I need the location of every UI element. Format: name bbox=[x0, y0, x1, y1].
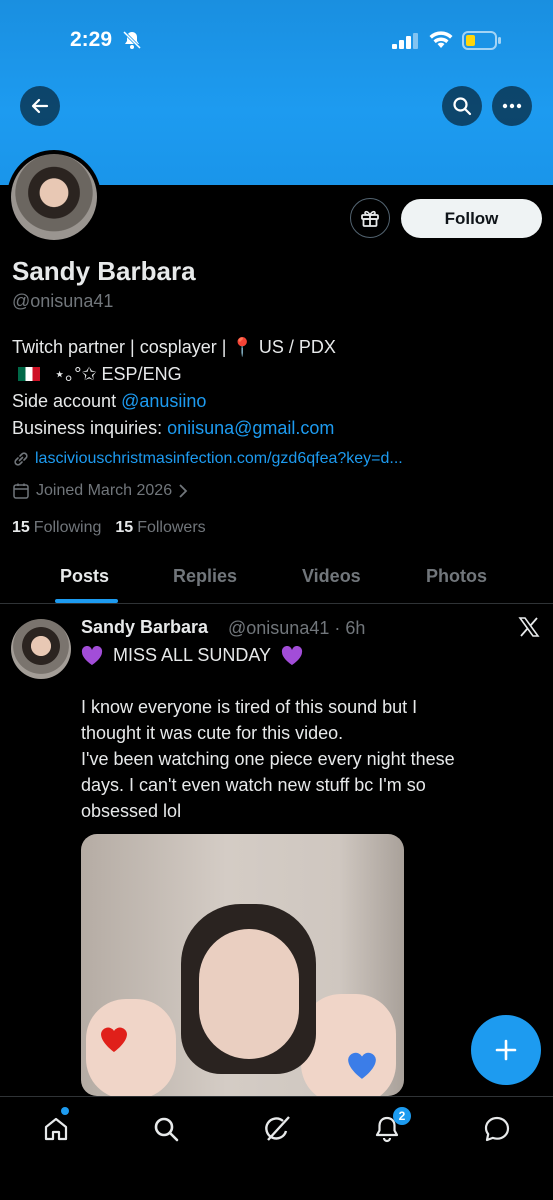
followers-count-link[interactable]: 15 Followers bbox=[115, 519, 205, 537]
home-notification-dot bbox=[61, 1107, 69, 1115]
gift-icon bbox=[361, 210, 379, 227]
purple-heart-icon bbox=[81, 645, 103, 665]
more-options-button[interactable] bbox=[492, 86, 532, 126]
mexico-flag-icon bbox=[18, 367, 40, 381]
nav-grok[interactable] bbox=[261, 1113, 293, 1145]
post-author-meta: @onisuna41 · 6h bbox=[228, 618, 366, 638]
red-heart-icon bbox=[101, 1027, 127, 1052]
website-link[interactable]: lasciviouschristmasinfection.com/gzd6qfe… bbox=[35, 450, 403, 468]
post-author-name[interactable]: Sandy Barbara bbox=[81, 617, 208, 638]
nav-home[interactable] bbox=[40, 1113, 72, 1145]
bio-line-4: Business inquiries: oniisuna@gmail.com bbox=[12, 418, 335, 438]
bell-off-icon bbox=[122, 30, 142, 50]
calendar-icon bbox=[13, 483, 29, 499]
following-count-link[interactable]: 15 Following bbox=[12, 519, 101, 537]
follow-button[interactable]: Follow bbox=[401, 199, 542, 238]
post-body: I know everyone is tired of this sound b… bbox=[81, 697, 455, 821]
search-button[interactable] bbox=[442, 86, 482, 126]
more-horizontal-icon bbox=[502, 103, 522, 109]
battery-low-icon bbox=[462, 31, 501, 50]
bio-line-1: Twitch partner | cosplayer | 📍 US / PDX bbox=[12, 337, 336, 357]
post-author-avatar[interactable] bbox=[11, 619, 71, 679]
post-title: MISS ALL SUNDAY bbox=[81, 645, 303, 666]
plus-icon bbox=[495, 1039, 517, 1061]
search-icon bbox=[453, 97, 472, 116]
blue-heart-icon bbox=[348, 1052, 376, 1079]
follow-counts: 15 Following 15 Followers bbox=[12, 519, 206, 537]
profile-handle: @onisuna41 bbox=[12, 291, 114, 311]
post-video-thumbnail[interactable] bbox=[81, 834, 404, 1096]
side-account-link[interactable]: @anusiino bbox=[121, 391, 206, 411]
active-tab-indicator bbox=[55, 599, 118, 603]
compose-post-button[interactable] bbox=[471, 1015, 541, 1085]
bio-line-2: ⋆｡°✩ ESP/ENG bbox=[12, 361, 336, 388]
notifications-badge: 2 bbox=[393, 1107, 411, 1125]
wifi-icon bbox=[429, 31, 453, 48]
profile-website[interactable]: lasciviouschristmasinfection.com/gzd6qfe… bbox=[12, 450, 403, 468]
email-link[interactable]: oniisuna@gmail.com bbox=[167, 418, 334, 438]
home-icon bbox=[44, 1117, 68, 1141]
purple-heart-icon bbox=[281, 645, 303, 665]
tab-videos[interactable]: Videos bbox=[302, 566, 361, 587]
gift-button[interactable] bbox=[350, 198, 390, 238]
profile-bio: Twitch partner | cosplayer | 📍 US / PDX … bbox=[12, 334, 336, 442]
nav-search[interactable] bbox=[150, 1113, 182, 1145]
grok-icon bbox=[265, 1116, 290, 1141]
joined-date: Joined March 2026 bbox=[36, 482, 173, 499]
search-icon bbox=[154, 1117, 179, 1142]
bottom-navigation: 2 bbox=[0, 1096, 553, 1200]
profile-tabs: Posts Replies Videos Photos bbox=[0, 552, 553, 604]
status-time: 2:29 bbox=[70, 28, 113, 51]
back-button[interactable] bbox=[20, 86, 60, 126]
link-icon bbox=[14, 452, 28, 466]
cellular-signal-icon bbox=[392, 33, 418, 49]
profile-avatar[interactable] bbox=[7, 150, 101, 244]
bio-line-3: Side account @anusiino bbox=[12, 391, 207, 411]
tab-posts[interactable]: Posts bbox=[60, 566, 109, 587]
x-logo-icon bbox=[518, 617, 540, 637]
profile-display-name: Sandy Barbara bbox=[12, 256, 196, 286]
tab-replies[interactable]: Replies bbox=[173, 566, 237, 587]
tab-photos[interactable]: Photos bbox=[426, 566, 487, 587]
profile-joined[interactable]: Joined March 2026 bbox=[12, 482, 188, 500]
arrow-left-icon bbox=[31, 98, 49, 114]
nav-messages[interactable] bbox=[481, 1113, 513, 1145]
chevron-right-icon bbox=[179, 484, 188, 498]
message-bubble-icon bbox=[484, 1116, 510, 1142]
